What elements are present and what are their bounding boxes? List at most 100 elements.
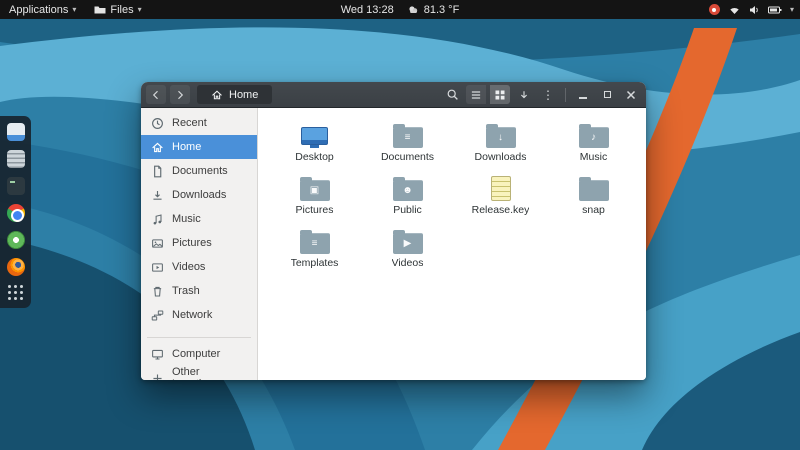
chevron-down-icon: ▾ xyxy=(138,5,142,14)
file-name: Music xyxy=(580,151,607,163)
pictures-emblem-icon: ▣ xyxy=(300,181,330,201)
close-icon xyxy=(626,90,636,100)
home-icon xyxy=(151,141,164,154)
location-label: Home xyxy=(229,89,258,101)
folder-icon: ≡ xyxy=(393,118,423,148)
file-name: Templates xyxy=(291,257,339,269)
sidebar-item-downloads[interactable]: Downloads xyxy=(141,183,257,207)
sidebar-item-trash[interactable]: Trash xyxy=(141,279,257,303)
file-item-downloads[interactable]: ↓ Downloads xyxy=(457,118,545,171)
file-item-videos[interactable]: ▶ Videos xyxy=(364,224,452,277)
minimize-button[interactable] xyxy=(573,85,593,104)
file-name: Videos xyxy=(392,257,424,269)
folder-icon: ↓ xyxy=(486,118,516,148)
plus-icon xyxy=(151,372,164,381)
search-button[interactable] xyxy=(442,85,462,104)
sidebar-item-label: Videos xyxy=(172,261,205,273)
window-menu-button[interactable]: ⋮ xyxy=(538,85,558,104)
sidebar-separator xyxy=(147,337,251,338)
window-headerbar[interactable]: Home ⋮ xyxy=(141,82,646,108)
file-name: Release.key xyxy=(472,204,530,216)
sidebar-item-label: Computer xyxy=(172,348,220,360)
list-view-button[interactable] xyxy=(466,85,486,104)
folder-icon: ≡ xyxy=(300,224,330,254)
key-file-icon xyxy=(491,171,511,201)
sidebar-item-label: Music xyxy=(172,213,201,225)
folder-emblem xyxy=(579,181,609,201)
file-item-public[interactable]: ☻ Public xyxy=(364,171,452,224)
applications-menu-label: Applications xyxy=(9,4,68,16)
network-icon xyxy=(151,309,164,322)
sidebar-item-label: Home xyxy=(172,141,201,153)
sidebar-item-recent[interactable]: Recent xyxy=(141,111,257,135)
sidebar-item-computer[interactable]: Computer xyxy=(141,342,257,366)
sort-menu-button[interactable] xyxy=(514,85,534,104)
back-icon xyxy=(150,89,162,101)
folder-icon xyxy=(94,5,106,15)
file-name: Desktop xyxy=(295,151,334,163)
maximize-icon xyxy=(604,91,611,98)
file-item-snap[interactable]: snap xyxy=(550,171,638,224)
file-item-release-key[interactable]: Release.key xyxy=(457,171,545,224)
maximize-button[interactable] xyxy=(597,85,617,104)
chrome-app-icon[interactable] xyxy=(7,204,25,222)
file-grid[interactable]: Desktop ≡ Documents ↓ Downloads ♪ Music xyxy=(258,108,646,380)
file-item-documents[interactable]: ≡ Documents xyxy=(364,118,452,171)
show-applications-icon[interactable] xyxy=(8,285,24,301)
sidebar-item-music[interactable]: Music xyxy=(141,207,257,231)
text-editor-app-icon[interactable] xyxy=(7,150,25,168)
grid-view-button[interactable] xyxy=(490,85,510,104)
file-name: Public xyxy=(393,204,422,216)
public-emblem-icon: ☻ xyxy=(393,181,423,201)
desktop-folder-icon xyxy=(301,118,328,148)
sidebar-item-network[interactable]: Network xyxy=(141,303,257,327)
files-app-icon[interactable] xyxy=(7,123,25,141)
folder-icon: ▣ xyxy=(300,171,330,201)
forward-button[interactable] xyxy=(170,85,190,104)
sidebar-item-videos[interactable]: Videos xyxy=(141,255,257,279)
file-item-pictures[interactable]: ▣ Pictures xyxy=(271,171,359,224)
file-name: Documents xyxy=(381,151,434,163)
back-button[interactable] xyxy=(146,85,166,104)
applications-menu[interactable]: Applications ▾ xyxy=(0,0,85,19)
list-view-icon xyxy=(470,89,482,101)
temperature-label: 81.3 °F xyxy=(424,4,460,16)
headerbar-separator xyxy=(565,88,566,102)
weather-icon xyxy=(408,5,419,14)
sidebar-item-label: Documents xyxy=(172,165,228,177)
sidebar-item-pictures[interactable]: Pictures xyxy=(141,231,257,255)
download-icon xyxy=(151,189,164,202)
file-item-templates[interactable]: ≡ Templates xyxy=(271,224,359,277)
picture-icon xyxy=(151,237,164,250)
sidebar-item-label: Recent xyxy=(172,117,207,129)
file-item-music[interactable]: ♪ Music xyxy=(550,118,638,171)
terminal-app-icon[interactable] xyxy=(7,177,25,195)
location-home-button[interactable]: Home xyxy=(197,85,272,104)
software-center-app-icon[interactable] xyxy=(7,231,25,249)
music-note-icon xyxy=(151,213,164,226)
documents-emblem-icon: ≡ xyxy=(393,128,423,148)
sidebar-item-documents[interactable]: Documents xyxy=(141,159,257,183)
document-icon xyxy=(151,165,164,178)
grid-view-icon xyxy=(494,89,506,101)
files-window: Home ⋮ Recent xyxy=(141,82,646,380)
templates-emblem-icon: ≡ xyxy=(300,234,330,254)
clock[interactable]: Wed 13:28 xyxy=(341,4,394,16)
close-button[interactable] xyxy=(621,85,641,104)
weather-indicator[interactable]: 81.3 °F xyxy=(408,4,460,16)
trash-icon xyxy=(151,285,164,298)
sidebar-item-home[interactable]: Home xyxy=(141,135,257,159)
sidebar-item-other-locations[interactable]: Other Locations xyxy=(141,366,257,380)
sidebar-item-label: Other Locations xyxy=(172,366,247,380)
system-status-area[interactable]: ▾ xyxy=(709,0,794,19)
files-app-menu[interactable]: Files ▾ xyxy=(85,0,150,19)
sidebar-item-label: Trash xyxy=(172,285,200,297)
firefox-app-icon[interactable] xyxy=(7,258,25,276)
home-icon xyxy=(211,89,223,101)
chevron-down-icon: ▾ xyxy=(790,5,794,14)
wifi-icon xyxy=(728,5,741,15)
file-name: snap xyxy=(582,204,605,216)
file-item-desktop[interactable]: Desktop xyxy=(271,118,359,171)
chevron-down-icon xyxy=(518,89,530,101)
dock xyxy=(0,116,31,308)
